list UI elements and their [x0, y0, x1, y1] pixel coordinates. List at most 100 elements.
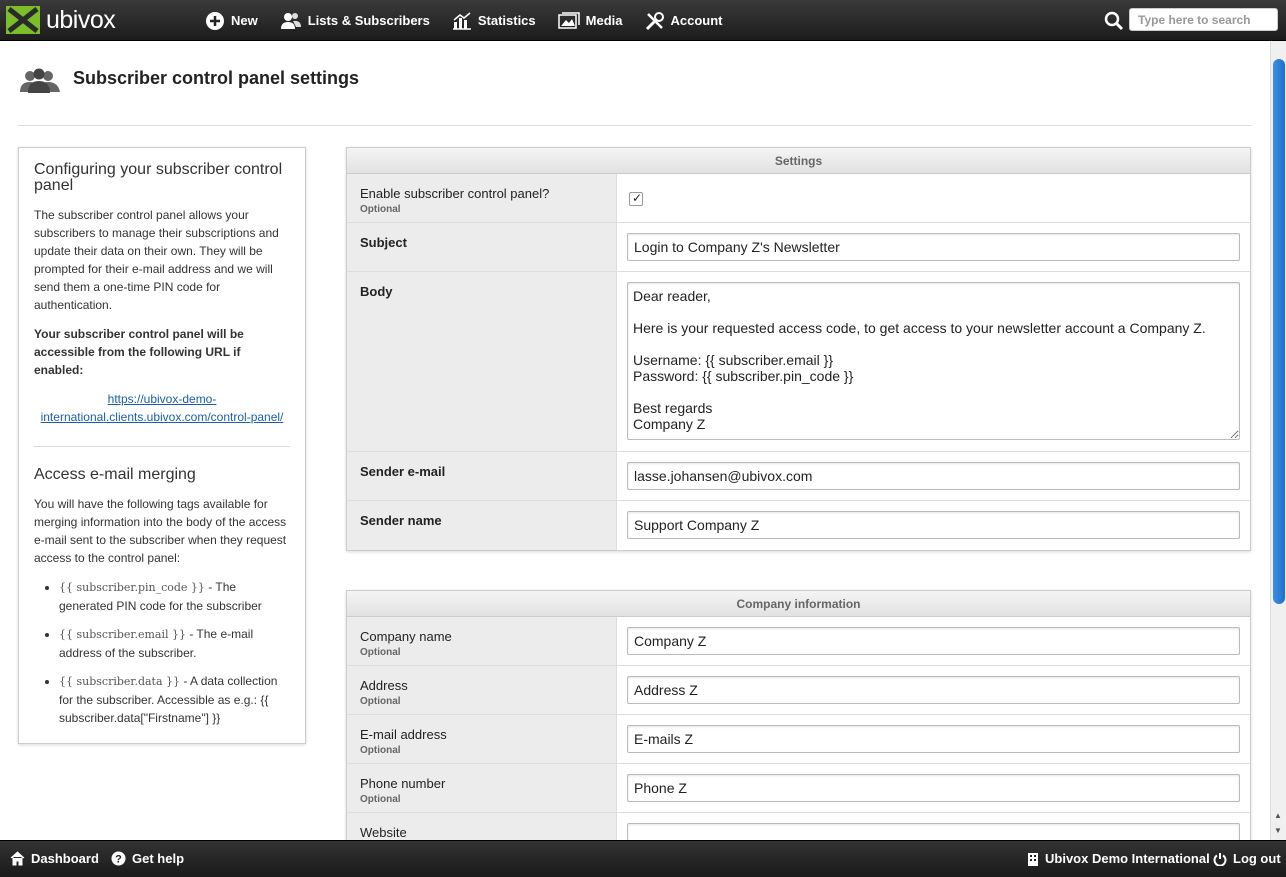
logout-link[interactable]: Log out [1213, 851, 1281, 866]
vertical-scrollbar[interactable]: ▲ ▼ [1270, 41, 1286, 840]
form-label: Address Optional [347, 666, 617, 714]
form-field [617, 617, 1250, 665]
form-row-address: Address Optional [347, 666, 1250, 715]
list-item: {{ subscriber.email }} - The e-mail addr… [59, 625, 290, 662]
dashboard-link[interactable]: Dashboard [10, 851, 99, 866]
nav-account-label: Account [670, 13, 723, 28]
tools-icon [645, 11, 664, 30]
form-field [617, 715, 1250, 763]
logo[interactable]: ubivox [6, 6, 116, 34]
subject-label: Subject [360, 235, 407, 250]
nav-media[interactable]: Media [557, 11, 623, 30]
form-field [617, 764, 1250, 812]
home-icon [10, 851, 25, 866]
enable-control-panel-checkbox[interactable]: ✓ [629, 191, 643, 206]
organization-label: Ubivox Demo International [1045, 851, 1210, 866]
bar-chart-icon [452, 11, 471, 30]
help-panel: Configuring your subscriber control pane… [18, 147, 306, 744]
optional-hint: Optional [360, 647, 401, 658]
merge-tag: {{ subscriber.data }} [59, 675, 181, 688]
users-icon [280, 12, 301, 29]
form-label: Sender name [347, 501, 617, 550]
form-row-subject: Subject [347, 223, 1250, 272]
form-label: Body [347, 272, 617, 451]
nav-statistics[interactable]: Statistics [452, 11, 536, 30]
form-row-sender-email: Sender e-mail [347, 452, 1250, 501]
form-field [617, 452, 1250, 500]
list-item: {{ subscriber.pin_code }} - The generate… [59, 578, 290, 615]
form-field [617, 501, 1250, 550]
get-help-label: Get help [132, 851, 185, 866]
optional-hint: Optional [360, 745, 401, 756]
dashboard-label: Dashboard [31, 851, 99, 866]
form-field [617, 666, 1250, 714]
website-label: Website [360, 825, 407, 840]
nav-new-label: New [231, 13, 258, 28]
form-row-email: E-mail address Optional [347, 715, 1250, 764]
sender-name-label: Sender name [360, 513, 442, 528]
ubivox-logo-icon [6, 6, 40, 34]
company-name-input[interactable] [627, 627, 1240, 655]
nav-lists-label: Lists & Subscribers [307, 13, 430, 28]
search-icon[interactable] [1104, 11, 1124, 31]
form-label: Company name Optional [347, 617, 617, 665]
svg-text:?: ? [115, 854, 122, 866]
form-field: Dear reader, Here is your requested acce… [617, 272, 1250, 451]
merge-tag: {{ subscriber.email }} [59, 628, 186, 641]
sender-email-input[interactable] [627, 462, 1240, 490]
company-section-title: Company information [347, 591, 1250, 617]
nav-new[interactable]: New [205, 11, 258, 31]
building-icon [1028, 852, 1038, 866]
optional-hint: Optional [360, 204, 401, 215]
main-nav: New Lists & Subscribers Statistics Media… [205, 0, 745, 41]
email-address-label: E-mail address [360, 727, 447, 742]
form-row-company-name: Company name Optional [347, 617, 1250, 666]
search-input[interactable] [1129, 8, 1278, 31]
nav-statistics-label: Statistics [477, 13, 536, 28]
control-panel-url-link[interactable]: https://ubivox-demo-international.client… [34, 390, 290, 426]
page-title: Subscriber control panel settings [73, 68, 360, 88]
subject-input[interactable] [627, 233, 1240, 261]
plus-circle-icon [206, 11, 224, 30]
organization-link[interactable]: Ubivox Demo International [1027, 851, 1210, 866]
power-icon [1213, 852, 1227, 866]
address-label: Address [360, 678, 408, 693]
help-url-intro: Your subscriber control panel will be ac… [34, 327, 244, 377]
optional-hint: Optional [360, 794, 401, 805]
list-item: {{ subscriber.data }} - A data collectio… [59, 672, 290, 727]
sender-email-label: Sender e-mail [360, 464, 446, 479]
form-row-enable: Enable subscriber control panel? Optiona… [347, 174, 1250, 223]
scroll-down-arrow-icon[interactable]: ▼ [1274, 826, 1282, 835]
body-textarea[interactable]: Dear reader, Here is your requested acce… [627, 282, 1240, 440]
phone-number-input[interactable] [627, 774, 1240, 802]
phone-number-label: Phone number [360, 776, 446, 791]
help-divider [34, 446, 290, 447]
settings-form: Settings Enable subscriber control panel… [346, 147, 1251, 551]
help-heading-configuring: Configuring your subscriber control pane… [34, 161, 283, 194]
top-bar: ubivox New Lists & Subscribers Statistic… [0, 0, 1286, 41]
help-merging-text: You will have the following tags availab… [34, 497, 287, 565]
logout-label: Log out [1233, 851, 1281, 866]
form-label: Subject [347, 223, 617, 271]
address-input[interactable] [627, 676, 1240, 704]
company-form: Company information Company name Optiona… [346, 590, 1251, 862]
merge-tags-list: {{ subscriber.pin_code }} - The generate… [59, 578, 290, 727]
get-help-link[interactable]: ? Get help [111, 851, 184, 866]
sender-name-input[interactable] [627, 511, 1240, 539]
images-icon [557, 11, 580, 29]
nav-lists-subscribers[interactable]: Lists & Subscribers [280, 12, 430, 30]
body-label: Body [360, 284, 393, 299]
nav-account[interactable]: Account [645, 11, 723, 31]
help-intro-text: The subscriber control panel allows your… [34, 208, 279, 312]
email-address-input[interactable] [627, 725, 1240, 753]
merge-tag: {{ subscriber.pin_code }} [59, 581, 205, 594]
checkmark-icon: ✓ [632, 191, 643, 205]
form-label: Phone number Optional [347, 764, 617, 812]
users-icon [20, 68, 60, 93]
scrollbar-thumb[interactable] [1273, 59, 1285, 604]
optional-hint: Optional [360, 696, 401, 707]
scroll-up-arrow-icon[interactable]: ▲ [1274, 811, 1282, 820]
form-label: Enable subscriber control panel? Optiona… [347, 174, 617, 222]
help-icon: ? [111, 851, 126, 866]
nav-media-label: Media [585, 13, 623, 28]
